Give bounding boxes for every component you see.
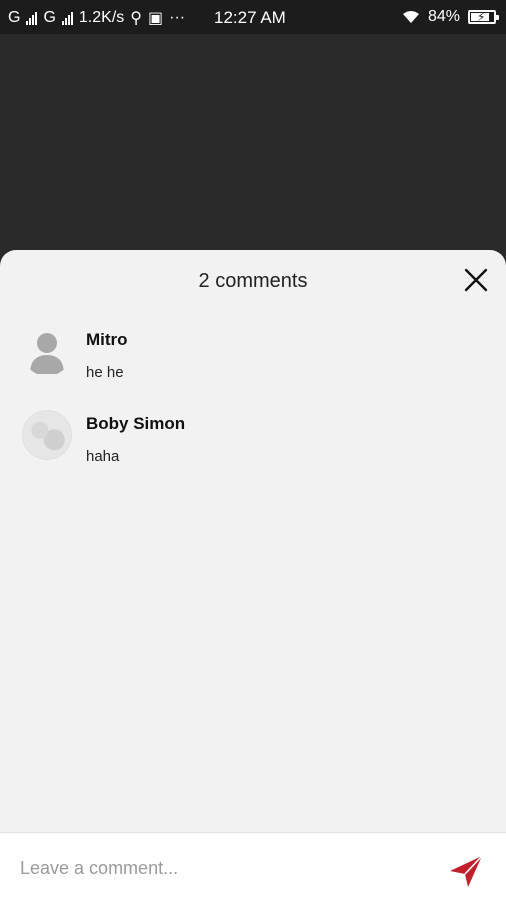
- comments-sheet: 2 comments Mitro he he Boby Simon haha: [0, 250, 506, 900]
- signal-icon: [26, 11, 38, 25]
- comment-input[interactable]: [18, 851, 422, 885]
- status-left: G G 1.2K/s ⚲ ▣ ···: [8, 8, 185, 28]
- battery-icon: ⚡: [468, 10, 499, 24]
- comments-title: 2 comments: [198, 270, 308, 292]
- avatar[interactable]: [22, 410, 72, 460]
- more-notifications-icon: ···: [169, 9, 186, 26]
- avatar[interactable]: [22, 326, 72, 376]
- comment-text: he he: [86, 364, 124, 381]
- status-bar: G G 1.2K/s ⚲ ▣ ··· 12:27 AM 84% ⚡: [0, 0, 506, 34]
- network-speed: 1.2K/s: [78, 9, 125, 26]
- send-button[interactable]: [448, 853, 484, 889]
- status-right: 84% ⚡: [402, 8, 499, 26]
- comment-item: Boby Simon haha: [22, 410, 482, 470]
- battery-percent: 84%: [427, 8, 460, 25]
- charging-icon: ⚡: [477, 10, 486, 24]
- close-icon: [464, 268, 488, 292]
- wifi-icon: [402, 11, 419, 23]
- carrier-1: G: [8, 9, 21, 26]
- comment-author[interactable]: Mitro: [86, 330, 128, 350]
- signal-icon-2: [61, 11, 73, 25]
- carrier-2: G: [43, 9, 56, 26]
- usb-icon: ⚲: [130, 10, 142, 27]
- notification-icon: ▣: [147, 10, 164, 27]
- comment-text: haha: [86, 448, 120, 465]
- comment-item: Mitro he he: [22, 326, 482, 386]
- comment-input-bar: [0, 832, 506, 900]
- default-avatar-icon: [30, 333, 64, 374]
- comment-author[interactable]: Boby Simon: [86, 414, 185, 434]
- clock: 12:27 AM: [214, 8, 286, 27]
- send-icon: [450, 855, 483, 887]
- close-button[interactable]: [462, 266, 490, 294]
